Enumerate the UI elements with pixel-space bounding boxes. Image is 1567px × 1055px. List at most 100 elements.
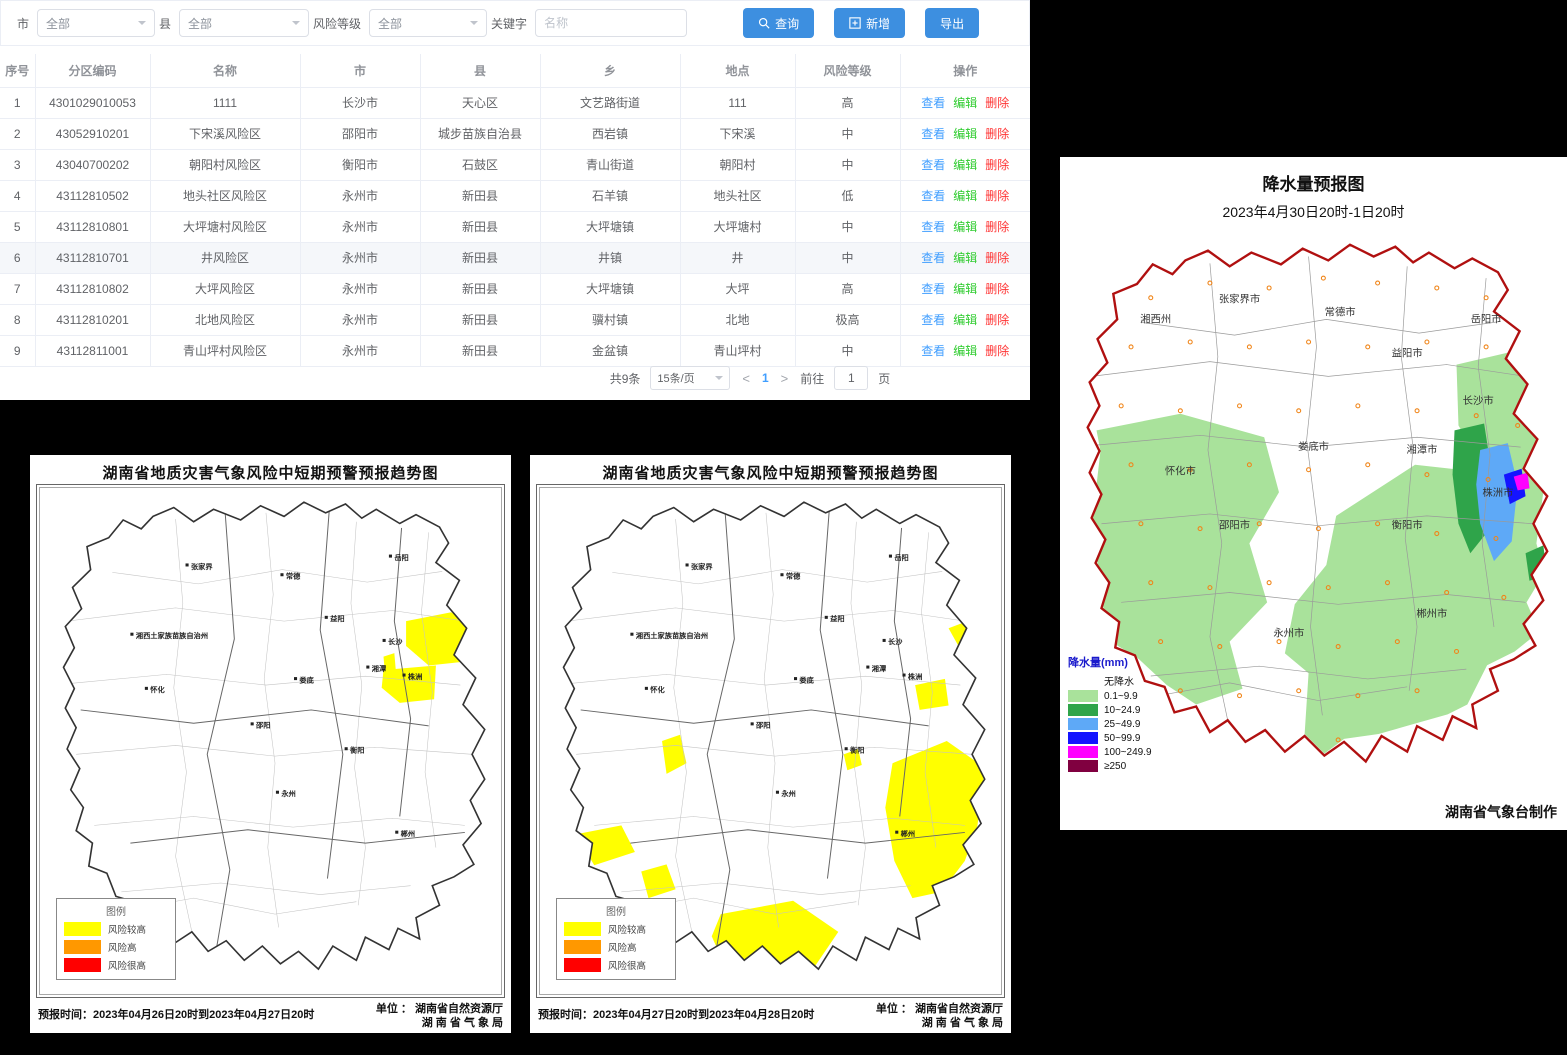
edit-link[interactable]: 编辑	[953, 127, 977, 141]
delete-link[interactable]: 删除	[985, 127, 1009, 141]
city-label: 邵阳市	[1219, 519, 1250, 532]
page-suffix-label: 页	[878, 370, 890, 387]
cell-town: 青山街道	[540, 149, 680, 180]
county-select[interactable]: 全部	[179, 9, 309, 37]
view-link[interactable]: 查看	[921, 220, 945, 234]
edit-link[interactable]: 编辑	[953, 220, 977, 234]
precip-legend-item: 无降水	[1068, 673, 1218, 688]
cell-town: 石羊镇	[540, 180, 680, 211]
goto-label: 前往	[800, 370, 824, 387]
view-link[interactable]: 查看	[921, 158, 945, 172]
city-label: 株洲	[408, 672, 422, 681]
page-size-value: 15条/页	[657, 370, 694, 386]
city-select[interactable]: 全部	[37, 9, 155, 37]
view-link[interactable]: 查看	[921, 127, 945, 141]
city-label: 长沙市	[1463, 394, 1494, 407]
city-label: 湘西土家族苗族自治州	[136, 631, 208, 640]
precip-legend-item: 10~24.9	[1068, 704, 1218, 716]
keyword-input[interactable]	[535, 9, 687, 37]
delete-link[interactable]: 删除	[985, 344, 1009, 358]
edit-link[interactable]: 编辑	[953, 158, 977, 172]
cell-city: 永州市	[300, 304, 420, 335]
search-button[interactable]: 查询	[743, 8, 814, 38]
delete-link[interactable]: 删除	[985, 313, 1009, 327]
forecast-time-text: 预报时间：2023年04月26日20时到2023年04月27日20时	[38, 1002, 314, 1031]
edit-link[interactable]: 编辑	[953, 96, 977, 110]
col-header-place: 地点	[680, 54, 795, 87]
current-page[interactable]: 1	[762, 371, 769, 385]
cell-risk: 中	[795, 335, 900, 366]
delete-link[interactable]: 删除	[985, 158, 1009, 172]
city-label: 湘潭	[872, 664, 886, 673]
search-icon	[758, 17, 770, 29]
precip-legend-item: 50~99.9	[1068, 732, 1218, 744]
cell-no: 3	[0, 149, 35, 180]
export-button[interactable]: 导出	[925, 8, 979, 38]
view-link[interactable]: 查看	[921, 251, 945, 265]
cell-actions: 查看编辑删除	[900, 273, 1030, 304]
precip-map-title: 降水量预报图	[1060, 157, 1567, 195]
delete-link[interactable]: 删除	[985, 96, 1009, 110]
view-link[interactable]: 查看	[921, 313, 945, 327]
delete-link[interactable]: 删除	[985, 282, 1009, 296]
risk-zone-table: 序号 分区编码 名称 市 县 乡 地点 风险等级 操作 143010290100…	[0, 54, 1030, 367]
cell-county: 新田县	[420, 273, 540, 304]
cell-town: 大坪塘镇	[540, 273, 680, 304]
cell-place: 111	[680, 87, 795, 118]
chevron-down-icon	[292, 21, 300, 29]
city-label: 怀化	[650, 685, 665, 694]
legend-title: 图例	[564, 903, 668, 918]
view-link[interactable]: 查看	[921, 189, 945, 203]
issuing-unit-text: 单位 ： 湖南省自然资源厅 湖 南 省 气 象 局	[876, 1002, 1003, 1031]
cell-code: 43112810502	[35, 180, 150, 211]
cell-county: 新田县	[420, 242, 540, 273]
cell-no: 7	[0, 273, 35, 304]
page-size-select[interactable]: 15条/页	[650, 366, 730, 390]
edit-link[interactable]: 编辑	[953, 189, 977, 203]
precip-legend-item: 25~49.9	[1068, 718, 1218, 730]
cell-code: 43112810801	[35, 211, 150, 242]
col-header-name: 名称	[150, 54, 300, 87]
legend-swatch	[564, 958, 601, 972]
legend-item: 风险较高	[64, 922, 168, 936]
risk-level-select-value: 全部	[378, 15, 402, 32]
view-link[interactable]: 查看	[921, 96, 945, 110]
view-link[interactable]: 查看	[921, 282, 945, 296]
chevron-down-icon	[715, 376, 723, 384]
county-select-value: 全部	[188, 15, 212, 32]
view-link[interactable]: 查看	[921, 344, 945, 358]
city-label: 株洲	[908, 672, 922, 681]
table-row: 643112810701井风险区永州市新田县井镇井中查看编辑删除	[0, 242, 1030, 273]
precip-legend-item: 100~249.9	[1068, 746, 1218, 758]
cell-actions: 查看编辑删除	[900, 118, 1030, 149]
col-header-code: 分区编码	[35, 54, 150, 87]
delete-link[interactable]: 删除	[985, 220, 1009, 234]
edit-link[interactable]: 编辑	[953, 251, 977, 265]
edit-link[interactable]: 编辑	[953, 344, 977, 358]
legend-label: 风险较高	[108, 922, 146, 936]
plus-square-icon	[849, 17, 861, 29]
edit-link[interactable]: 编辑	[953, 313, 977, 327]
risk-level-select[interactable]: 全部	[369, 9, 487, 37]
cell-town: 骥村镇	[540, 304, 680, 335]
precip-legend-label: 10~24.9	[1104, 705, 1140, 716]
legend-swatch	[564, 922, 601, 936]
map-legend: 图例 风险较高风险高风险很高	[556, 898, 676, 980]
delete-link[interactable]: 删除	[985, 251, 1009, 265]
cell-risk: 低	[795, 180, 900, 211]
cell-city: 永州市	[300, 211, 420, 242]
precip-legend-rows: 无降水0.1~9.910~24.925~49.950~99.9100~249.9…	[1068, 673, 1218, 772]
city-label: 邵阳	[755, 721, 770, 730]
city-label: 永州	[280, 789, 295, 798]
prev-page-button[interactable]: <	[740, 371, 752, 386]
edit-link[interactable]: 编辑	[953, 282, 977, 296]
delete-link[interactable]: 删除	[985, 189, 1009, 203]
next-page-button[interactable]: >	[779, 371, 791, 386]
cell-no: 9	[0, 335, 35, 366]
precip-legend-swatch	[1068, 675, 1098, 687]
col-header-city: 市	[300, 54, 420, 87]
search-button-label: 查询	[775, 15, 799, 32]
add-button[interactable]: 新增	[834, 8, 905, 38]
trend-map-title: 湖南省地质灾害气象风险中短期预警预报趋势图	[30, 455, 511, 483]
goto-page-input[interactable]	[834, 366, 868, 390]
